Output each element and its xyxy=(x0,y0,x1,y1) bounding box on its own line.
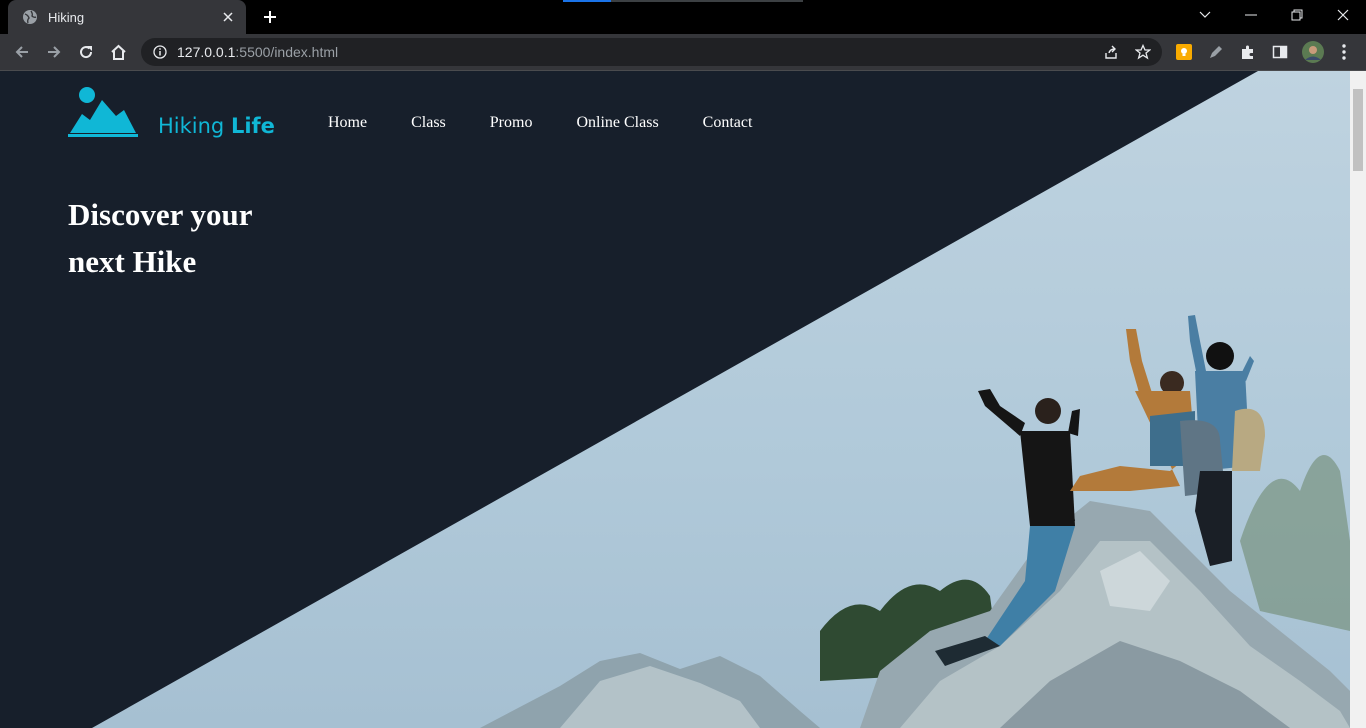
logo-text: Hiking Life xyxy=(158,114,275,138)
plus-icon[interactable] xyxy=(258,5,282,29)
close-icon[interactable] xyxy=(220,9,236,25)
chevron-down-icon[interactable] xyxy=(1182,0,1228,30)
site-logo[interactable]: Hiking Life xyxy=(68,84,275,138)
nav-contact[interactable]: Contact xyxy=(703,114,753,132)
restore-icon[interactable] xyxy=(1274,0,1320,30)
more-menu-icon[interactable] xyxy=(1334,42,1354,62)
arrow-left-icon[interactable] xyxy=(8,38,36,66)
browser-toolbar: 127.0.0.1:5500/index.html xyxy=(0,34,1366,71)
page-scrollbar[interactable] xyxy=(1350,71,1366,728)
address-bar[interactable]: 127.0.0.1:5500/index.html xyxy=(141,38,1162,66)
info-icon[interactable] xyxy=(153,45,167,59)
browser-titlebar: Hiking xyxy=(0,0,1366,34)
scrollbar-thumb[interactable] xyxy=(1353,89,1363,171)
main-nav: Home Class Promo Online Class Contact xyxy=(328,114,796,132)
star-icon[interactable] xyxy=(1133,42,1153,62)
nav-home[interactable]: Home xyxy=(328,114,367,132)
nav-class[interactable]: Class xyxy=(411,114,446,132)
hero-heading: Discover your next Hike xyxy=(68,197,253,279)
arrow-right-icon[interactable] xyxy=(40,38,68,66)
hero-section: Hiking Life Home Class Promo Online Clas… xyxy=(0,71,1350,728)
tab-strip-divider xyxy=(611,0,803,2)
pen-extension-icon[interactable] xyxy=(1206,42,1226,62)
close-window-icon[interactable] xyxy=(1320,0,1366,30)
puzzle-icon[interactable] xyxy=(1238,42,1258,62)
mountain-sun-logo-icon xyxy=(68,87,138,137)
share-icon[interactable] xyxy=(1101,42,1121,62)
tab-title: Hiking xyxy=(48,9,85,25)
side-panel-icon[interactable] xyxy=(1270,42,1290,62)
keep-extension-icon[interactable] xyxy=(1174,42,1194,62)
nav-online-class[interactable]: Online Class xyxy=(576,114,658,132)
hero-image xyxy=(92,71,1350,728)
url-text: 127.0.0.1:5500/index.html xyxy=(177,44,339,60)
globe-icon xyxy=(22,9,38,25)
tab-strip-indicator xyxy=(563,0,611,2)
home-icon[interactable] xyxy=(104,38,132,66)
reload-icon[interactable] xyxy=(72,38,100,66)
browser-tab-hiking[interactable]: Hiking xyxy=(8,0,246,34)
minimize-icon[interactable] xyxy=(1228,0,1274,30)
nav-promo[interactable]: Promo xyxy=(490,114,533,132)
profile-avatar[interactable] xyxy=(1302,41,1324,63)
